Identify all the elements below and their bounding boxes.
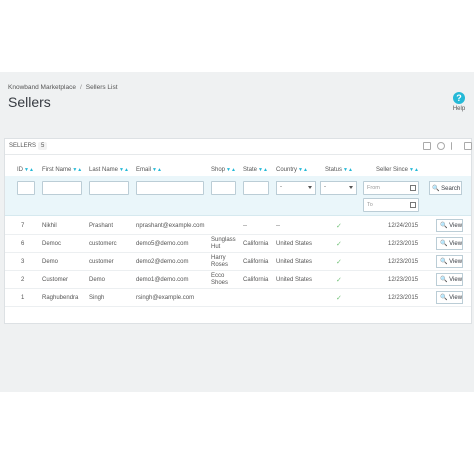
column-header-last-name[interactable]: Last Name▼▲ bbox=[89, 167, 129, 173]
filter-row: - - From To bbox=[5, 176, 471, 216]
search-icon: 🔍 bbox=[440, 295, 448, 301]
column-header-country[interactable]: Country▼▲ bbox=[276, 167, 308, 173]
page-title: Sellers bbox=[8, 94, 51, 110]
sort-arrows-icon[interactable]: ▼▲ bbox=[298, 167, 308, 173]
database-icon[interactable] bbox=[464, 142, 472, 150]
check-icon: ✓ bbox=[336, 241, 342, 248]
sort-arrows-icon[interactable]: ▼▲ bbox=[119, 167, 129, 173]
sort-arrows-icon[interactable]: ▼▲ bbox=[152, 167, 162, 173]
filter-from-date[interactable]: From bbox=[363, 181, 419, 195]
check-icon: ✓ bbox=[336, 259, 342, 266]
breadcrumb-root[interactable]: Knowband Marketplace bbox=[8, 84, 76, 91]
table-row[interactable]: 2 Customer Demo demo1@demo.com Ecco Shoe… bbox=[5, 271, 471, 289]
search-icon: 🔍 bbox=[440, 259, 448, 265]
refresh-icon[interactable] bbox=[437, 142, 445, 150]
column-header-email[interactable]: Email▼▲ bbox=[136, 167, 162, 173]
filter-shop-input[interactable] bbox=[211, 181, 236, 195]
filter-id-input[interactable] bbox=[17, 181, 35, 195]
calendar-icon[interactable] bbox=[410, 185, 416, 191]
help-icon: ? bbox=[453, 92, 465, 104]
breadcrumb-separator: / bbox=[79, 84, 82, 91]
search-icon: 🔍 bbox=[432, 186, 440, 192]
table-row[interactable]: 7 Nikhil Prashant nprashant@example.com … bbox=[5, 217, 471, 235]
check-icon: ✓ bbox=[336, 295, 342, 302]
help-label: Help bbox=[452, 106, 466, 112]
check-icon: ✓ bbox=[336, 277, 342, 284]
help-button[interactable]: ? Help bbox=[449, 92, 469, 112]
filter-last-name-input[interactable] bbox=[89, 181, 129, 195]
search-button[interactable]: 🔍 Search bbox=[429, 181, 462, 195]
view-button[interactable]: 🔍 View bbox=[436, 291, 463, 304]
sort-arrows-icon[interactable]: ▼▲ bbox=[343, 167, 353, 173]
column-header-first-name[interactable]: First Name▼▲ bbox=[42, 167, 82, 173]
table-row[interactable]: 6 Democ customerc demo5@demo.com Sunglas… bbox=[5, 235, 471, 253]
count-badge: 5 bbox=[38, 142, 48, 150]
view-button[interactable]: 🔍 View bbox=[436, 237, 463, 250]
filter-status-select[interactable]: - bbox=[320, 181, 357, 195]
filter-to-date[interactable]: To bbox=[363, 198, 419, 212]
sort-arrows-icon[interactable]: ▼▲ bbox=[409, 167, 419, 173]
filter-state-input[interactable] bbox=[243, 181, 269, 195]
calendar-icon[interactable] bbox=[410, 202, 416, 208]
sort-arrows-icon[interactable]: ▼▲ bbox=[258, 167, 268, 173]
view-button[interactable]: 🔍 View bbox=[436, 273, 463, 286]
sort-arrows-icon[interactable]: ▼▲ bbox=[24, 167, 34, 173]
filter-country-select[interactable]: - bbox=[276, 181, 316, 195]
breadcrumb: Knowband Marketplace / Sellers List bbox=[8, 84, 118, 91]
column-header-state[interactable]: State▼▲ bbox=[243, 167, 268, 173]
view-button[interactable]: 🔍 View bbox=[436, 255, 463, 268]
search-icon: 🔍 bbox=[440, 223, 448, 229]
search-icon: 🔍 bbox=[440, 241, 448, 247]
column-header-status[interactable]: Status▼▲ bbox=[325, 167, 353, 173]
chevron-down-icon bbox=[308, 186, 312, 189]
sql-query-icon[interactable] bbox=[451, 142, 459, 150]
breadcrumb-current: Sellers List bbox=[85, 84, 118, 91]
filter-email-input[interactable] bbox=[136, 181, 204, 195]
table-row[interactable]: 3 Demo customer demo2@demo.com Harry Ros… bbox=[5, 253, 471, 271]
column-header-shop[interactable]: Shop▼▲ bbox=[211, 167, 236, 173]
export-icon[interactable] bbox=[423, 142, 431, 150]
panel-header: SELLERS 5 bbox=[5, 139, 472, 155]
filter-first-name-input[interactable] bbox=[42, 181, 82, 195]
view-button[interactable]: 🔍 View bbox=[436, 219, 463, 232]
table-row[interactable]: 1 Raghubendra Singh rsingh@example.com ✓… bbox=[5, 289, 471, 307]
sellers-panel: SELLERS 5 ID▼▲ First Name▼▲ Last Name▼▲ … bbox=[4, 138, 472, 324]
chevron-down-icon bbox=[349, 186, 353, 189]
check-icon: ✓ bbox=[336, 223, 342, 230]
column-header-seller-since[interactable]: Seller Since▼▲ bbox=[376, 167, 419, 173]
search-icon: 🔍 bbox=[440, 277, 448, 283]
sort-arrows-icon[interactable]: ▼▲ bbox=[72, 167, 82, 173]
sort-arrows-icon[interactable]: ▼▲ bbox=[226, 167, 236, 173]
column-header-id[interactable]: ID▼▲ bbox=[17, 167, 34, 173]
panel-title: SELLERS bbox=[9, 143, 37, 149]
